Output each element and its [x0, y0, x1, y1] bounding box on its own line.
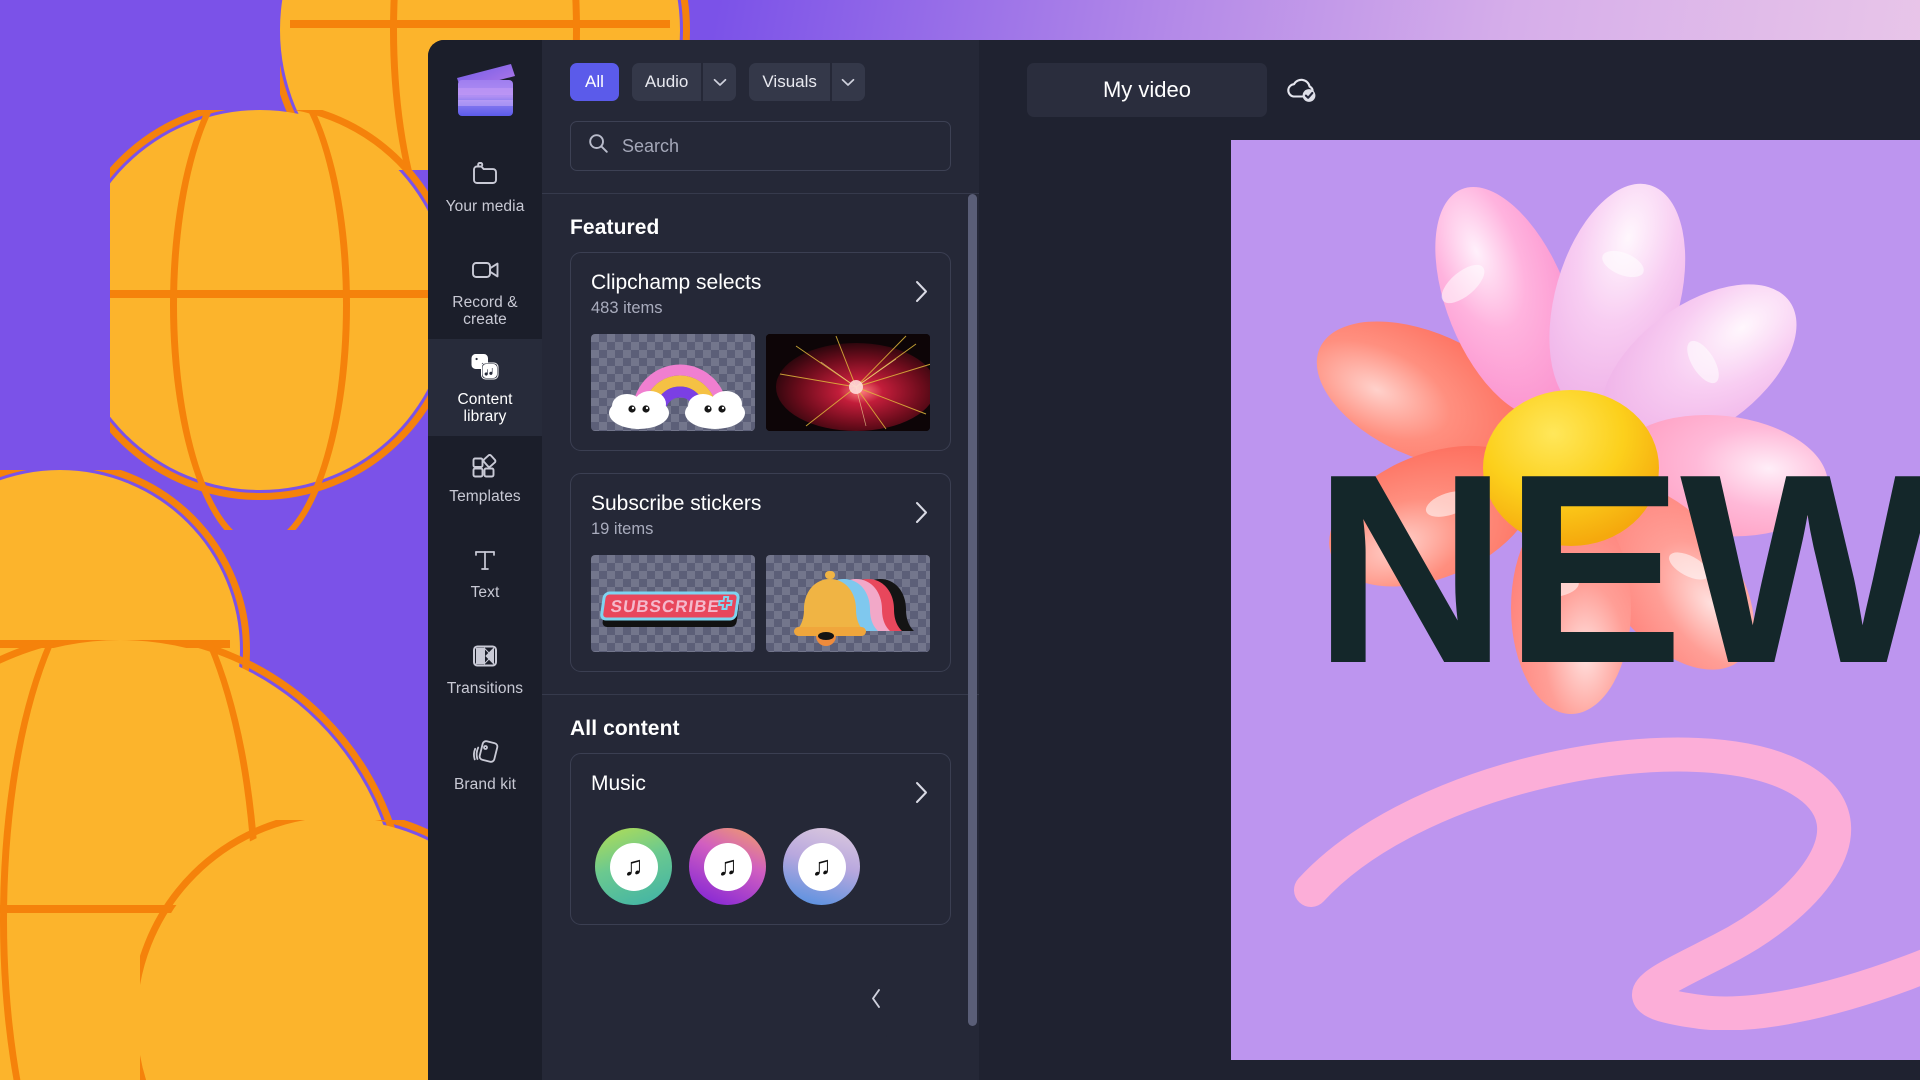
collection-thumbnails: [591, 334, 930, 431]
filter-chip-label: Visuals: [749, 63, 830, 101]
cloud-saved-check-icon[interactable]: [1281, 70, 1321, 110]
preview-headline-text[interactable]: NEW: [1313, 435, 1920, 705]
video-camera-icon: [470, 255, 500, 285]
folder-icon: [470, 159, 500, 189]
text-t-icon: [470, 545, 500, 575]
sidebar-item-text[interactable]: Text: [428, 532, 542, 628]
filter-chip-label: All: [585, 72, 604, 91]
collection-header: Music: [591, 771, 930, 810]
video-preview-wrapper: NEW: [979, 140, 1920, 1080]
panel-scrollbar-thumb[interactable]: [968, 194, 977, 1026]
sidebar-item-label: Templates: [449, 488, 521, 505]
sidebar-item-content-library[interactable]: Content library: [428, 339, 542, 436]
chevron-down-icon[interactable]: [831, 63, 865, 101]
section-title-featured: Featured: [570, 216, 660, 239]
collection-count: 483 items: [591, 299, 663, 317]
music-note-icon: ♫: [703, 842, 752, 891]
collection-header: Subscribe stickers 19 items: [591, 491, 930, 539]
filter-chip-audio[interactable]: Audio: [631, 63, 737, 101]
collection-card-subscribe-stickers[interactable]: Subscribe stickers 19 items SUBSCRIBE: [570, 473, 951, 672]
clipchamp-logo[interactable]: [449, 60, 521, 122]
sidebar-item-label: Record & create: [452, 294, 518, 328]
collection-thumbnails: SUBSCRIBE: [591, 555, 930, 652]
stage-topbar: My video: [979, 40, 1920, 140]
sidebar-nav: Your media Record & create Content libra…: [428, 40, 542, 1080]
collection-count: 19 items: [591, 520, 654, 538]
content-library-icon: [470, 352, 500, 382]
filter-chip-row: All Audio Visuals: [542, 40, 979, 101]
collection-header: Clipchamp selects 483 items: [591, 270, 930, 318]
transitions-icon: [470, 641, 500, 671]
video-title-field[interactable]: My video: [1027, 63, 1267, 117]
search-icon: [588, 133, 609, 159]
search-field[interactable]: [570, 121, 951, 171]
sidebar-item-label: Brand kit: [453, 776, 517, 793]
music-track-purple[interactable]: ♫: [689, 828, 766, 905]
sidebar-item-label: Content library: [457, 391, 513, 425]
collection-title: Music: [591, 772, 646, 795]
chevron-right-icon[interactable]: [913, 491, 930, 530]
sidebar-item-your-media[interactable]: Your media: [428, 146, 542, 242]
sidebar-item-label: Transitions: [446, 680, 524, 697]
filter-chip-visuals[interactable]: Visuals: [749, 63, 865, 101]
thumbnail-rainbow-clouds-sticker[interactable]: [591, 334, 755, 431]
filter-chip-label: Audio: [631, 63, 702, 101]
collection-title: Clipchamp selects: [591, 271, 762, 294]
thumbnail-subscribe-text-sticker[interactable]: SUBSCRIBE: [591, 555, 755, 652]
panel-scrollbar[interactable]: [968, 194, 977, 1080]
library-scroll-area[interactable]: Featured Clipchamp selects 483 items Sub…: [542, 194, 979, 1080]
music-note-icon: ♫: [797, 842, 846, 891]
filter-chip-all[interactable]: All: [570, 63, 619, 101]
sidebar-item-record-create[interactable]: Record & create: [428, 242, 542, 339]
collection-card-clipchamp-selects[interactable]: Clipchamp selects 483 items: [570, 252, 951, 451]
chevron-right-icon[interactable]: [913, 270, 930, 309]
chevron-right-icon[interactable]: [913, 771, 930, 810]
music-track-green[interactable]: ♫: [595, 828, 672, 905]
background-basketball-mid: [110, 110, 440, 530]
collection-title: Subscribe stickers: [591, 492, 762, 515]
sidebar-item-label: Text: [470, 584, 500, 601]
sidebar-item-transitions[interactable]: Transitions: [428, 628, 542, 724]
sidebar-item-label: Your media: [445, 198, 525, 215]
editor-stage: My video NEW: [979, 40, 1920, 1080]
music-track-blue[interactable]: ♫: [783, 828, 860, 905]
collection-card-music[interactable]: Music ♫ ♫ ♫: [570, 753, 951, 925]
thumbnail-red-particle-burst-video[interactable]: [766, 334, 930, 431]
chevron-down-icon[interactable]: [703, 63, 737, 101]
search-input[interactable]: [622, 135, 933, 157]
brand-kit-icon: [470, 737, 500, 767]
music-note-icon: ♫: [609, 842, 658, 891]
collapse-panel-handle[interactable]: [865, 952, 887, 1044]
video-preview-canvas[interactable]: NEW: [1231, 140, 1920, 1060]
content-library-panel: All Audio Visuals Search Featured Clipch…: [542, 40, 979, 1080]
templates-grid-icon: [470, 449, 500, 479]
music-track-thumbnails: ♫ ♫ ♫: [591, 828, 930, 905]
sidebar-item-templates[interactable]: Templates: [428, 436, 542, 532]
sidebar-item-brand-kit[interactable]: Brand kit: [428, 724, 542, 820]
thumbnail-notification-bell-sticker[interactable]: [766, 555, 930, 652]
preview-squiggle-graphic: [1294, 737, 1920, 1030]
svg-text:SUBSCRIBE: SUBSCRIBE: [609, 597, 721, 616]
clipchamp-app-window: Your media Record & create Content libra…: [428, 40, 1920, 1080]
section-title-all-content: All content: [570, 717, 680, 740]
